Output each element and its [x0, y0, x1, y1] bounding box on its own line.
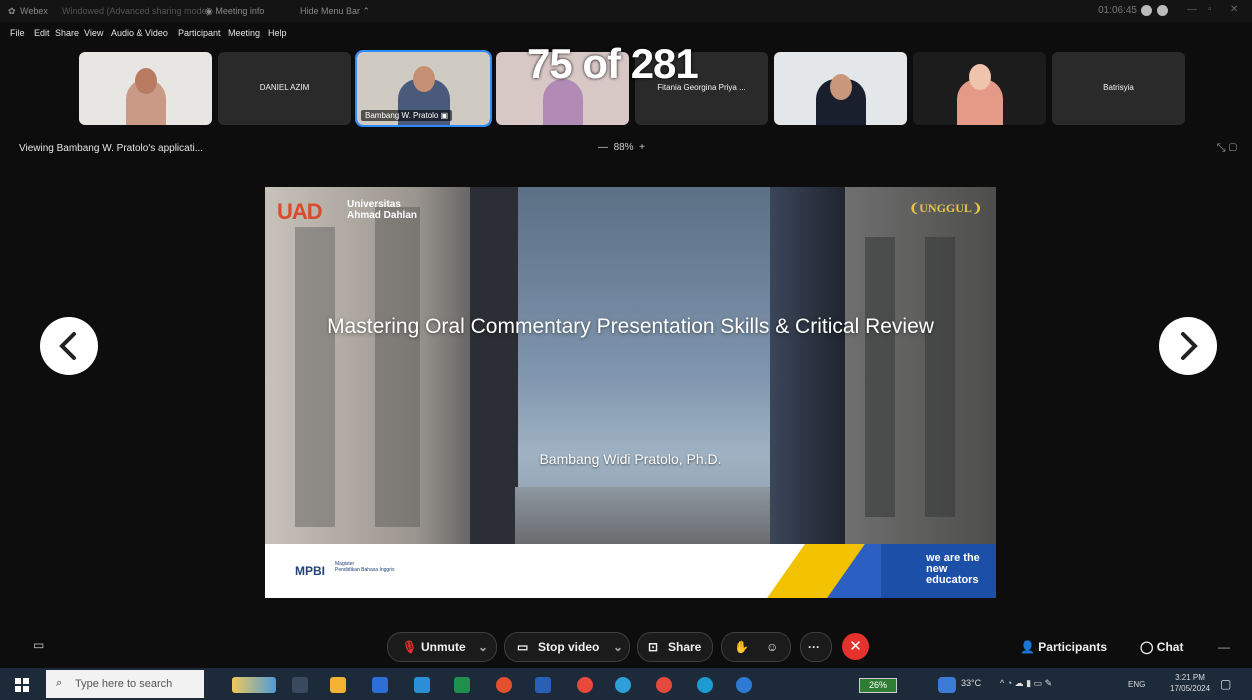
word-icon[interactable]	[535, 677, 551, 693]
meeting-info-button[interactable]: ◉ Meeting info	[205, 6, 264, 17]
app-red-icon[interactable]	[496, 677, 512, 693]
participant-tile[interactable]: DANIEL AZIM	[218, 52, 351, 125]
share-button[interactable]: ⊡ Share	[637, 632, 713, 662]
more-options-button[interactable]: ···	[800, 632, 832, 662]
menu-file[interactable]: File	[10, 28, 25, 38]
share-icon: ⊡	[648, 640, 659, 654]
participant-tile[interactable]	[774, 52, 907, 125]
participant-counter: 75 of 281	[527, 40, 699, 87]
close-icon[interactable]: ✕	[1230, 4, 1238, 15]
menu-view[interactable]: View	[84, 28, 103, 38]
participant-tile[interactable]	[913, 52, 1046, 125]
chrome-icon[interactable]	[577, 677, 593, 693]
participant-tile-active[interactable]: Bambang W. Pratolo ▣	[355, 50, 492, 127]
sharing-mode: Windowed (Advanced sharing mode)	[62, 6, 210, 16]
muted-mic-icon: 🎙	[402, 640, 418, 654]
chevron-right-icon	[1181, 332, 1198, 360]
system-clock[interactable]: 3:21 PM 17/05/2024	[1170, 672, 1210, 694]
emoji-icon[interactable]: ☺	[766, 640, 778, 654]
settings-icon[interactable]	[1157, 5, 1168, 16]
stop-video-button[interactable]: ▭ Stop video ⌄	[504, 632, 630, 662]
previous-page-button[interactable]	[40, 317, 98, 375]
menu-edit[interactable]: Edit	[34, 28, 50, 38]
menu-share[interactable]: Share	[55, 28, 79, 38]
battery-indicator[interactable]: 26%	[859, 678, 897, 693]
meeting-clock: 01:06:45	[1098, 5, 1137, 16]
excel-icon[interactable]	[454, 677, 470, 693]
hide-menu-bar-button[interactable]: Hide Menu Bar ⌃	[300, 6, 370, 17]
participant-tile[interactable]: Batrisyia	[1052, 52, 1185, 125]
widget-icon[interactable]	[232, 677, 276, 693]
search-icon: ⌕	[56, 677, 63, 689]
reactions-group[interactable]: ✋ ☺	[721, 632, 791, 662]
menu-bar: File Edit Share View Audio & Video Parti…	[0, 22, 1252, 42]
view-options-icon[interactable]: ⤡ ▢	[1217, 142, 1237, 155]
notifications-icon[interactable]: ▢	[1220, 677, 1231, 691]
zoom-level: 88%	[613, 142, 634, 153]
slide-author: Bambang Widi Pratolo, Ph.D.	[539, 451, 722, 467]
windows-start-icon[interactable]	[15, 678, 29, 692]
chevron-left-icon	[59, 332, 76, 360]
app-title: Webex	[20, 6, 48, 16]
participant-name: Batrisyia	[1103, 83, 1134, 92]
title-bar: ✿ Webex Windowed (Advanced sharing mode)…	[0, 0, 1252, 22]
building-right	[770, 187, 845, 544]
minimize-icon[interactable]: —	[1187, 4, 1197, 15]
task-view-icon[interactable]	[292, 677, 308, 693]
menu-help[interactable]: Help	[268, 28, 287, 38]
edge-icon[interactable]	[697, 677, 713, 693]
taskbar-search[interactable]: ⌕ Type here to search	[46, 670, 204, 698]
chevron-down-icon[interactable]: ⌄	[478, 640, 488, 654]
unggul-badge: ❨UNGGUL❩	[909, 201, 982, 215]
participants-button[interactable]: 👤 Participants	[1020, 640, 1107, 654]
webex-icon: ✿	[8, 6, 16, 16]
tagline: we are the new educators	[926, 552, 980, 586]
maximize-icon[interactable]: ▫	[1208, 4, 1212, 15]
participants-icon: 👤	[1020, 640, 1035, 654]
menu-participant[interactable]: Participant	[178, 28, 221, 38]
file-explorer-icon[interactable]	[330, 677, 346, 693]
slide-footer: MPBI Magister Pendidikan Bahasa Inggris …	[265, 544, 996, 598]
panel-more-icon[interactable]: —	[1218, 640, 1230, 654]
camera-icon: ▭	[517, 640, 529, 654]
temperature[interactable]: 33°C	[961, 678, 981, 688]
shared-slide: UAD Universitas Ahmad Dahlan ❨UNGGUL❩ Ma…	[265, 187, 996, 598]
menu-audio-video[interactable]: Audio & Video	[111, 28, 168, 38]
chevron-down-icon[interactable]: ⌄	[613, 640, 623, 654]
participant-name: Bambang W. Pratolo ▣	[361, 110, 453, 121]
browser-icon[interactable]	[615, 677, 631, 693]
chat-button[interactable]: ◯ Chat	[1140, 640, 1183, 654]
menu-meeting[interactable]: Meeting	[228, 28, 260, 38]
raise-hand-icon[interactable]: ✋	[734, 640, 749, 654]
uad-logo: UAD	[277, 199, 323, 224]
unmute-button[interactable]: 🎙 Unmute ⌄	[387, 632, 497, 662]
viewing-label: Viewing Bambang W. Pratolo's applicati..…	[19, 143, 204, 154]
chat-icon: ◯	[1140, 640, 1154, 654]
mpbi-logo: MPBI	[295, 564, 325, 578]
participant-name: DANIEL AZIM	[259, 83, 310, 92]
weather-icon[interactable]	[938, 677, 956, 693]
more-icon: ···	[808, 640, 820, 654]
network-icon[interactable]	[1141, 5, 1152, 16]
leave-meeting-button[interactable]: ✕	[842, 633, 869, 660]
store-icon[interactable]	[414, 677, 430, 693]
app-l-icon[interactable]	[372, 677, 388, 693]
mpbi-subtitle: Magister Pendidikan Bahasa Inggris	[335, 561, 395, 573]
captions-icon[interactable]: ▭	[33, 638, 44, 652]
zoom-control[interactable]: — 88% +	[598, 142, 645, 153]
tray-icons[interactable]: ^ ◔ ☁ ▮ ▭ ✎	[1000, 678, 1052, 689]
participant-tile[interactable]	[79, 52, 212, 125]
chrome-icon[interactable]	[656, 677, 672, 693]
language-indicator[interactable]: ENG	[1128, 680, 1145, 689]
webex-taskbar-icon[interactable]	[736, 677, 752, 693]
next-page-button[interactable]	[1159, 317, 1217, 375]
slide-title: Mastering Oral Commentary Presentation S…	[327, 315, 934, 338]
university-name: Universitas Ahmad Dahlan	[347, 199, 418, 221]
